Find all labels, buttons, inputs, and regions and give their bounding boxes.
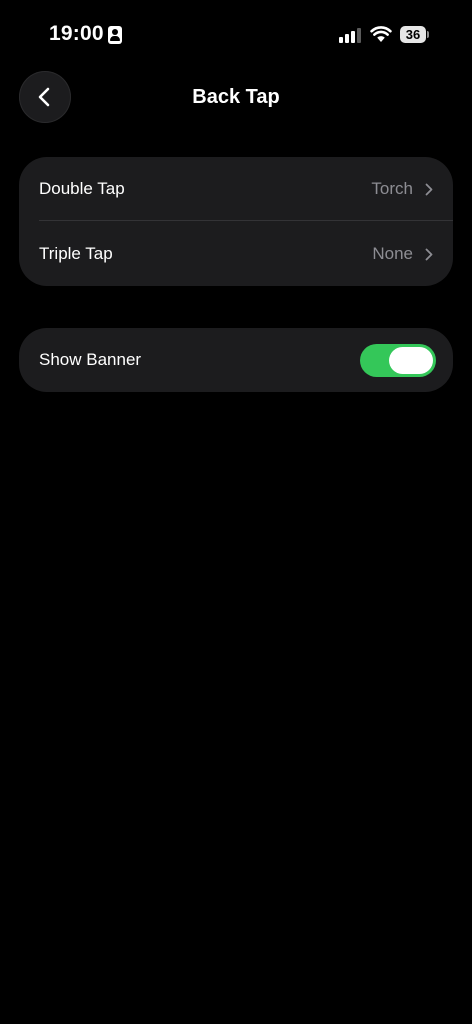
- triple-tap-row[interactable]: Triple Tap None: [19, 222, 453, 286]
- banner-settings-group: Show Banner: [19, 328, 453, 392]
- signal-bar: [345, 34, 349, 43]
- signal-icon: [339, 27, 361, 43]
- toggle-knob: [389, 347, 433, 374]
- status-time: 19:00: [49, 22, 104, 45]
- battery-tip: [427, 31, 429, 38]
- row-divider: [39, 220, 453, 221]
- double-tap-value: Torch: [371, 179, 413, 198]
- chevron-right-icon: [425, 183, 433, 196]
- chevron-right-icon: [425, 248, 433, 261]
- status-bar: 19:00 36: [0, 0, 472, 70]
- battery-icon: 36: [400, 26, 430, 44]
- triple-tap-value: None: [372, 244, 413, 263]
- wifi-icon: [370, 25, 392, 43]
- signal-bar: [339, 37, 343, 43]
- contact-card-icon: [108, 26, 122, 44]
- double-tap-label: Double Tap: [39, 179, 125, 198]
- battery-level: 36: [400, 26, 426, 43]
- page-title: Back Tap: [192, 86, 280, 108]
- show-banner-label: Show Banner: [39, 350, 142, 369]
- tap-settings-group: Double Tap Torch Triple Tap None: [19, 157, 453, 286]
- signal-bar: [357, 28, 361, 43]
- show-banner-toggle[interactable]: [360, 344, 436, 377]
- double-tap-row[interactable]: Double Tap Torch: [19, 157, 453, 221]
- signal-bar: [351, 31, 355, 43]
- triple-tap-label: Triple Tap: [39, 244, 113, 263]
- show-banner-row: Show Banner: [19, 328, 453, 392]
